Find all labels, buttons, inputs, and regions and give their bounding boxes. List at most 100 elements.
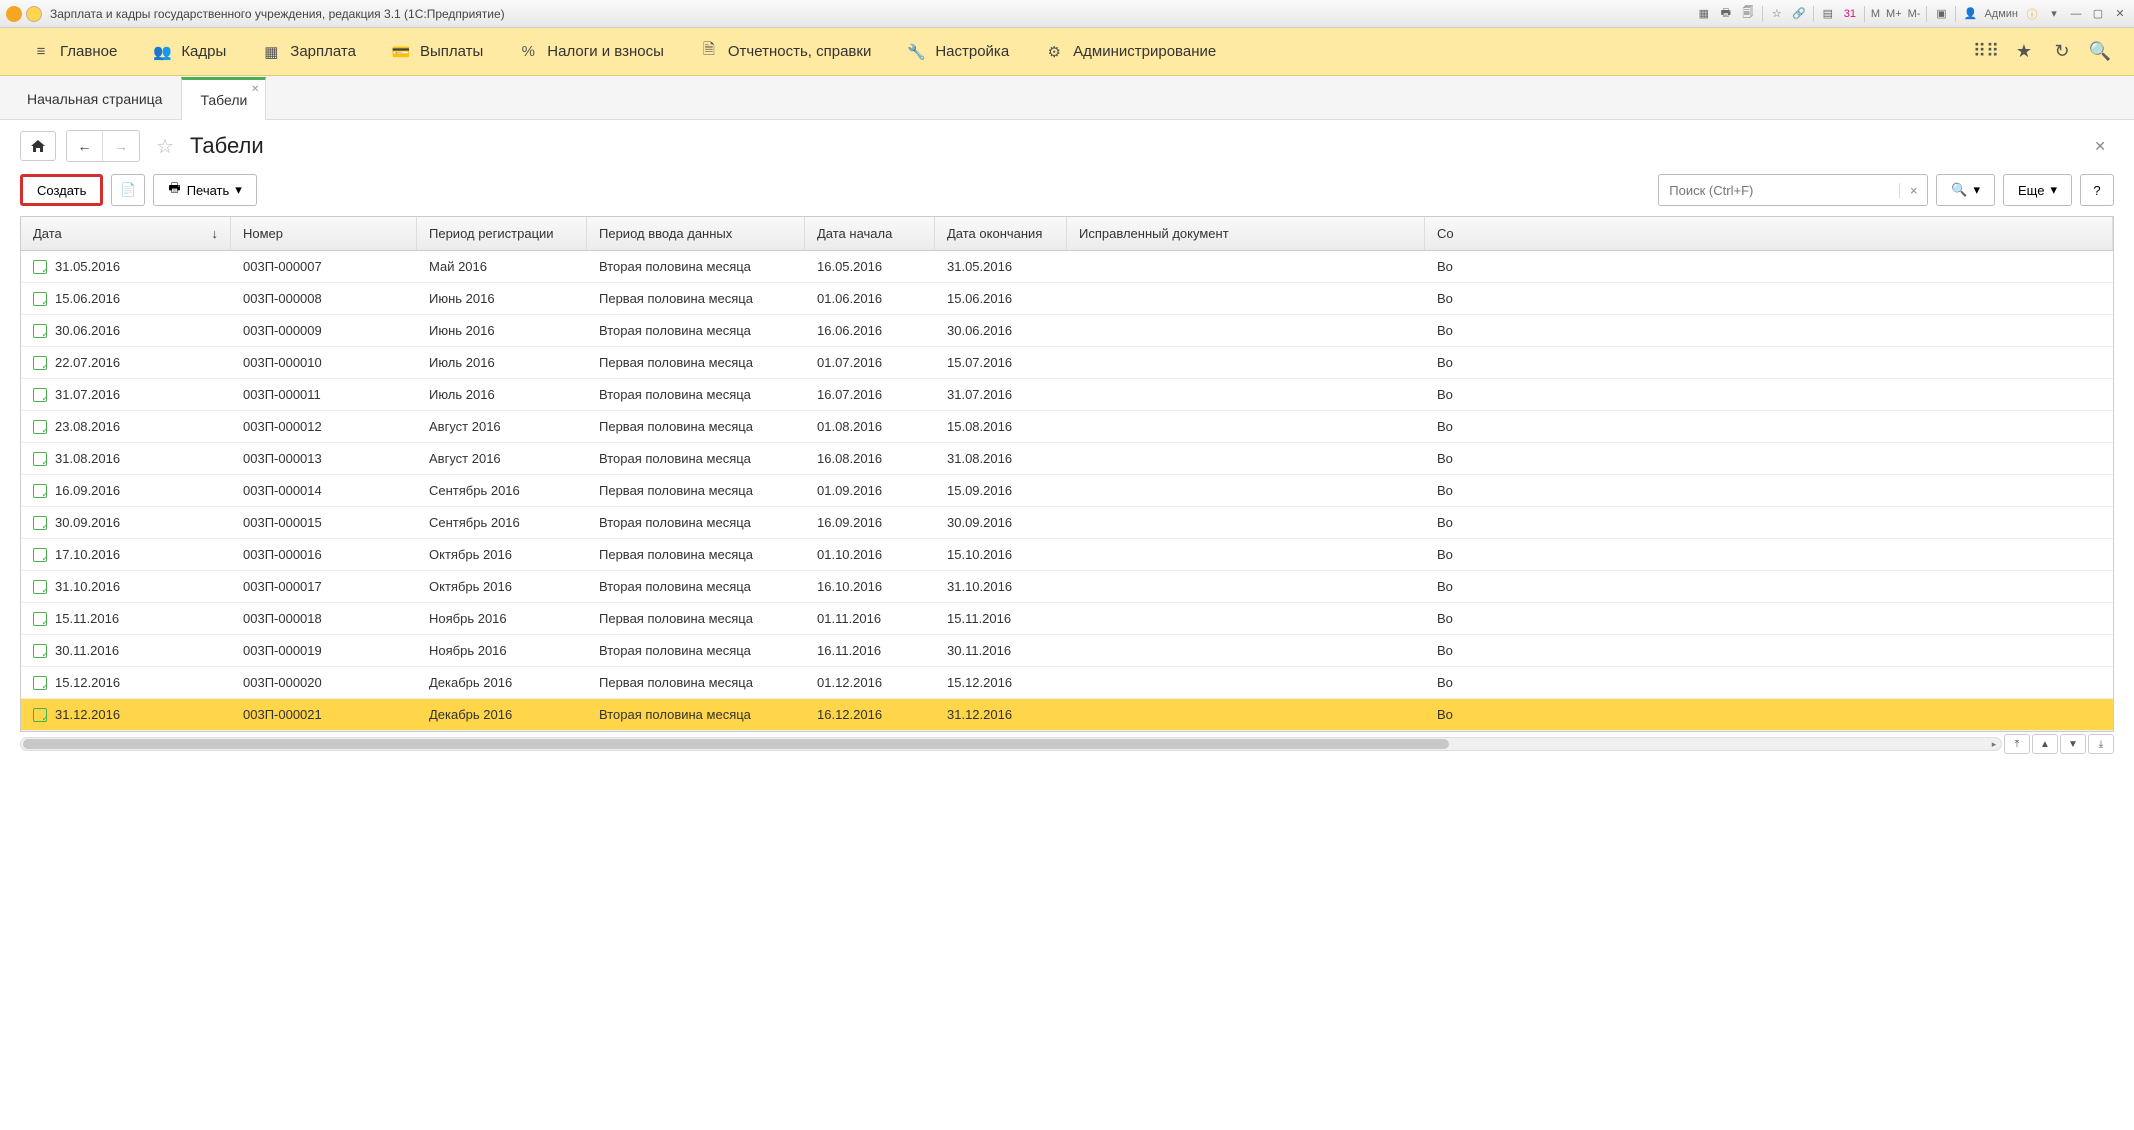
cell-number: 003П-000008	[243, 291, 322, 306]
info-icon[interactable]: ⓘ	[2024, 6, 2040, 22]
table-row[interactable]: 23.08.2016003П-000012Август 2016Первая п…	[21, 411, 2113, 443]
wrench-icon: 🔧	[907, 43, 925, 61]
menu-salary[interactable]: ▦ Зарплата	[244, 28, 374, 75]
tab-home[interactable]: Начальная страница	[8, 78, 181, 119]
search-input[interactable]	[1659, 183, 1899, 198]
scroll-right-icon[interactable]: ▸	[1987, 738, 2001, 750]
col-number[interactable]: Номер	[231, 217, 417, 250]
menu-settings[interactable]: 🔧 Настройка	[889, 28, 1027, 75]
horizontal-scrollbar[interactable]: ◂ ▸	[20, 737, 2002, 751]
help-button[interactable]: ?	[2080, 174, 2114, 206]
magnifier-icon: 🔍	[1951, 182, 1967, 198]
search-icon[interactable]: 🔍	[2090, 42, 2110, 62]
search-box[interactable]: ×	[1658, 174, 1928, 206]
table-row[interactable]: 22.07.2016003П-000010Июль 2016Первая пол…	[21, 347, 2113, 379]
table-row[interactable]: 31.08.2016003П-000013Август 2016Вторая п…	[21, 443, 2113, 475]
table-icon: ▦	[262, 43, 280, 61]
scroll-down-button[interactable]: ▼	[2060, 734, 2086, 754]
menu-taxes[interactable]: % Налоги и взносы	[501, 28, 682, 75]
memory-mminus-button[interactable]: M-	[1908, 8, 1921, 20]
cell-start: 01.10.2016	[817, 547, 882, 562]
menu-staff[interactable]: 👥 Кадры	[135, 28, 244, 75]
table-row[interactable]: 15.06.2016003П-000008Июнь 2016Первая пол…	[21, 283, 2113, 315]
cell-end: 30.09.2016	[947, 515, 1012, 530]
table-row[interactable]: 15.11.2016003П-000018Ноябрь 2016Первая п…	[21, 603, 2113, 635]
scroll-up-button[interactable]: ▲	[2032, 734, 2058, 754]
forward-button[interactable]: →	[103, 131, 139, 161]
close-window-icon[interactable]: ✕	[2112, 6, 2128, 22]
data-table: Дата ↓ Номер Период регистрации Период в…	[20, 216, 2114, 732]
favorite-star-icon[interactable]: ☆	[156, 134, 174, 159]
close-tab-icon[interactable]: ✕	[251, 84, 259, 95]
copy-icon: 📄	[120, 182, 136, 198]
menu-main-label: Главное	[60, 43, 117, 60]
table-row[interactable]: 30.06.2016003П-000009Июнь 2016Вторая пол…	[21, 315, 2113, 347]
cell-end: 31.05.2016	[947, 259, 1012, 274]
memory-mplus-button[interactable]: M+	[1886, 8, 1902, 20]
page-header: ← → ☆ Табели ✕	[0, 120, 2134, 168]
cell-start: 16.07.2016	[817, 387, 882, 402]
calendar-icon[interactable]: 31	[1842, 6, 1858, 22]
cell-start: 16.08.2016	[817, 451, 882, 466]
dropdown-icon[interactable]: ▾	[2046, 6, 2062, 22]
favorite-icon[interactable]: ☆	[1769, 6, 1785, 22]
toolbar-icon-1[interactable]: ▦	[1696, 6, 1712, 22]
star-icon[interactable]: ★	[2014, 42, 2034, 62]
copy-button[interactable]: 📄	[111, 174, 145, 206]
search-dropdown-button[interactable]: 🔍 ▾	[1936, 174, 1995, 206]
user-name[interactable]: Админ	[1984, 8, 2018, 20]
menu-admin[interactable]: ⚙ Администрирование	[1027, 28, 1234, 75]
col-end[interactable]: Дата окончания	[935, 217, 1067, 250]
clear-search-icon[interactable]: ×	[1899, 183, 1927, 198]
table-row[interactable]: 31.05.2016003П-000007Май 2016Вторая поло…	[21, 251, 2113, 283]
window-title: Зарплата и кадры государственного учрежд…	[50, 7, 505, 21]
col-start[interactable]: Дата начала	[805, 217, 935, 250]
menu-reports[interactable]: 🗎 Отчетность, справки	[682, 28, 889, 75]
document-icon: 🗎	[700, 43, 718, 61]
close-page-icon[interactable]: ✕	[2086, 134, 2114, 159]
toolbar-icon-3[interactable]: 🗐	[1740, 6, 1756, 22]
cell-reg-period: Декабрь 2016	[429, 675, 512, 690]
goto-bottom-button[interactable]: ⤓	[2088, 734, 2114, 754]
col-fixed-doc[interactable]: Исправленный документ	[1067, 217, 1425, 250]
create-button[interactable]: Создать	[20, 174, 103, 206]
toolbar-icon-2[interactable]: 🖶	[1718, 6, 1734, 22]
table-row[interactable]: 16.09.2016003П-000014Сентябрь 2016Первая…	[21, 475, 2113, 507]
link-icon[interactable]: 🔗	[1791, 6, 1807, 22]
tab-tabeli-label: Табели	[200, 92, 247, 108]
table-row[interactable]: 30.11.2016003П-000019Ноябрь 2016Вторая п…	[21, 635, 2113, 667]
memory-m-button[interactable]: M	[1871, 8, 1880, 20]
menu-reports-label: Отчетность, справки	[728, 43, 871, 60]
col-reg-period[interactable]: Период регистрации	[417, 217, 587, 250]
table-row[interactable]: 31.07.2016003П-000011Июль 2016Вторая пол…	[21, 379, 2113, 411]
menu-main[interactable]: ≡ Главное	[14, 28, 135, 75]
panels-icon[interactable]: ▣	[1933, 6, 1949, 22]
cell-date: 15.06.2016	[55, 291, 120, 306]
history-icon[interactable]: ↻	[2052, 42, 2072, 62]
print-button[interactable]: 🖶 Печать ▾	[153, 174, 256, 206]
scrollbar-thumb[interactable]	[23, 739, 1449, 749]
tab-tabeli[interactable]: Табели ✕	[181, 77, 266, 120]
calc-icon[interactable]: ▤	[1820, 6, 1836, 22]
col-data-period[interactable]: Период ввода данных	[587, 217, 805, 250]
menu-payments[interactable]: 💳 Выплаты	[374, 28, 501, 75]
home-button[interactable]	[20, 131, 56, 161]
col-date[interactable]: Дата ↓	[21, 217, 231, 250]
minimize-icon[interactable]: —	[2068, 6, 2084, 22]
table-row[interactable]: 17.10.2016003П-000016Октябрь 2016Первая …	[21, 539, 2113, 571]
maximize-icon[interactable]: ▢	[2090, 6, 2106, 22]
cell-reg-period: Октябрь 2016	[429, 547, 512, 562]
menu-admin-label: Администрирование	[1073, 43, 1216, 60]
goto-top-button[interactable]: ⤒	[2004, 734, 2030, 754]
table-row[interactable]: 15.12.2016003П-000020Декабрь 2016Первая …	[21, 667, 2113, 699]
cell-date: 31.12.2016	[55, 707, 120, 722]
more-button[interactable]: Еще ▾	[2003, 174, 2072, 206]
back-button[interactable]: ←	[67, 131, 103, 161]
apps-grid-icon[interactable]: ⠿⠿	[1976, 42, 1996, 62]
cell-end: 15.07.2016	[947, 355, 1012, 370]
col-last[interactable]: Со	[1425, 217, 2113, 250]
menu-settings-label: Настройка	[935, 43, 1009, 60]
table-row[interactable]: 31.10.2016003П-000017Октябрь 2016Вторая …	[21, 571, 2113, 603]
table-row[interactable]: 31.12.2016003П-000021Декабрь 2016Вторая …	[21, 699, 2113, 731]
table-row[interactable]: 30.09.2016003П-000015Сентябрь 2016Вторая…	[21, 507, 2113, 539]
